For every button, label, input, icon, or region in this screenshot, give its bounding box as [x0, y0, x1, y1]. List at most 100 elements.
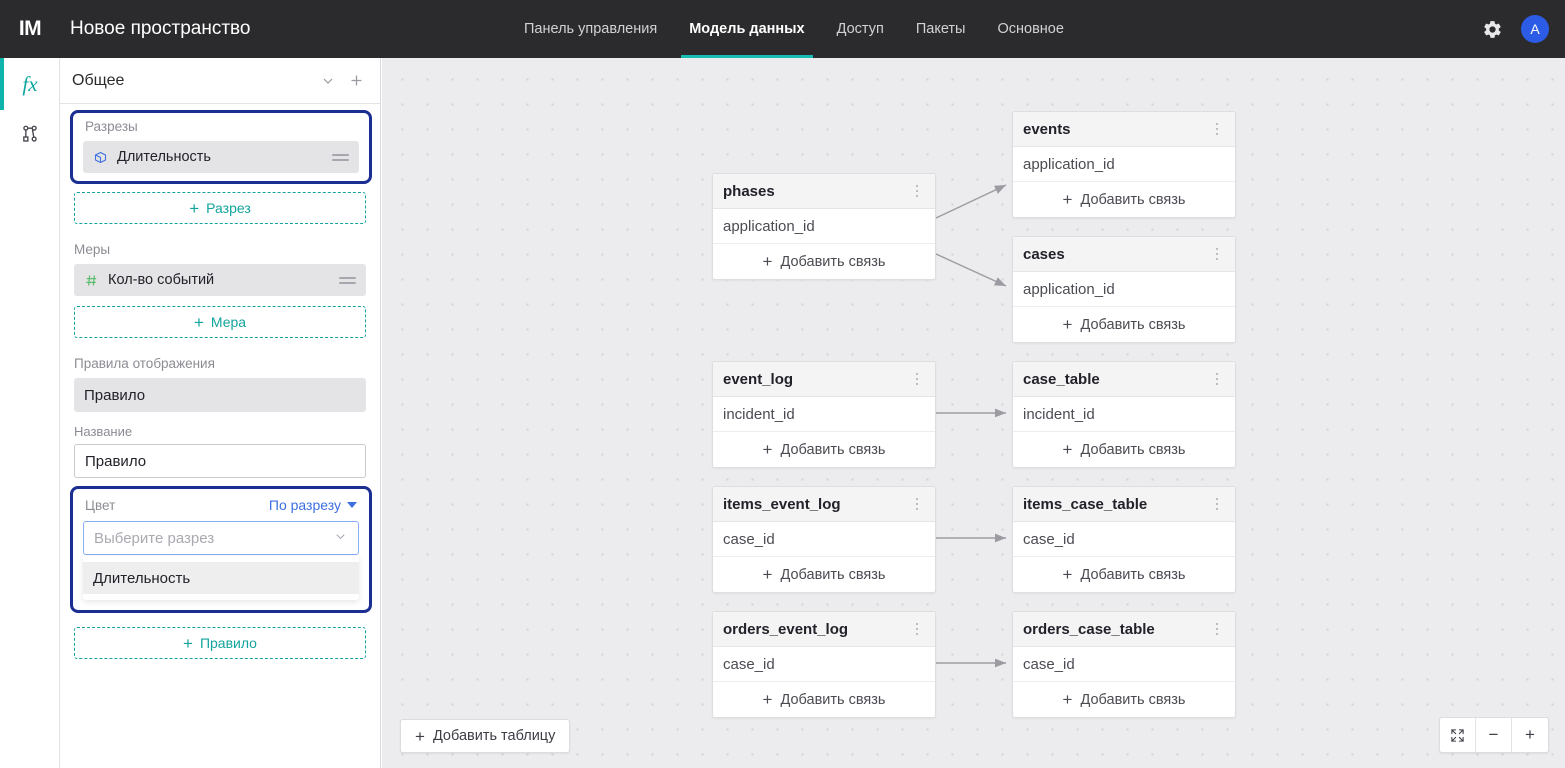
table-node-header[interactable]: orders_case_table: [1013, 612, 1235, 647]
table-node-field[interactable]: application_id: [1013, 272, 1235, 307]
drag-handle-icon[interactable]: [332, 153, 349, 161]
table-node-field[interactable]: application_id: [1013, 147, 1235, 182]
table-node-header[interactable]: cases: [1013, 237, 1235, 272]
zoom-out-icon[interactable]: −: [1476, 718, 1512, 752]
add-table-label: Добавить таблицу: [432, 728, 556, 744]
add-relation-button[interactable]: + Добавить связь: [1013, 307, 1235, 342]
zoom-controls: − +: [1439, 717, 1549, 753]
add-rule-button[interactable]: + Правило: [74, 627, 366, 659]
table-node-orders-event-log[interactable]: orders_event_log case_id + Добавить связ…: [712, 611, 936, 718]
table-node-field[interactable]: incident_id: [713, 397, 935, 432]
kebab-menu-icon[interactable]: [1209, 247, 1225, 261]
tab-packages[interactable]: Пакеты: [900, 0, 982, 58]
kebab-menu-icon[interactable]: [909, 497, 925, 511]
rail-item-formulas[interactable]: fx: [0, 58, 60, 110]
add-relation-button[interactable]: + Добавить связь: [713, 682, 935, 717]
top-navigation: Панель управления Модель данных Доступ П…: [508, 0, 1080, 58]
add-measure-button[interactable]: + Мера: [74, 306, 366, 338]
add-relation-button[interactable]: + Добавить связь: [1013, 557, 1235, 592]
kebab-menu-icon[interactable]: [1209, 497, 1225, 511]
add-relation-label: Добавить связь: [1080, 316, 1186, 333]
top-bar-actions: A: [1477, 0, 1565, 58]
dropdown-option-duration[interactable]: Длительность: [83, 562, 359, 594]
table-node-field[interactable]: case_id: [713, 647, 935, 682]
plus-icon: +: [189, 198, 200, 218]
add-dimension-button[interactable]: + Разрез: [74, 192, 366, 224]
rail-item-data-model[interactable]: [0, 110, 60, 162]
table-node-title: event_log: [723, 370, 794, 388]
add-relation-label: Добавить связь: [1080, 191, 1186, 208]
dimension-chip-duration[interactable]: Длительность: [83, 141, 359, 173]
dimension-select[interactable]: Выберите разрез: [83, 521, 359, 555]
add-relation-button[interactable]: + Добавить связь: [713, 557, 935, 592]
add-table-button[interactable]: + Добавить таблицу: [400, 719, 571, 753]
table-node-phases[interactable]: phases application_id + Добавить связь: [712, 173, 936, 280]
im-logo-icon[interactable]: IM: [0, 0, 60, 58]
table-node-field[interactable]: case_id: [1013, 647, 1235, 682]
data-model-canvas[interactable]: phases application_id + Добавить связь e…: [382, 58, 1565, 768]
zoom-in-icon[interactable]: +: [1512, 718, 1548, 752]
color-mode-dropdown[interactable]: По разрезу: [269, 497, 357, 513]
table-node-header[interactable]: items_case_table: [1013, 487, 1235, 522]
table-node-header[interactable]: items_event_log: [713, 487, 935, 522]
rule-row[interactable]: Правило: [74, 378, 366, 412]
table-node-header[interactable]: case_table: [1013, 362, 1235, 397]
plus-icon: +: [193, 312, 204, 332]
plus-icon: +: [1062, 190, 1073, 209]
fx-icon: fx: [22, 71, 38, 96]
plus-icon: +: [762, 565, 773, 584]
tab-data-model[interactable]: Модель данных: [673, 0, 820, 58]
table-node-header[interactable]: event_log: [713, 362, 935, 397]
add-relation-button[interactable]: + Добавить связь: [1013, 432, 1235, 467]
add-relation-button[interactable]: + Добавить связь: [1013, 682, 1235, 717]
tab-dashboard[interactable]: Панель управления: [508, 0, 673, 58]
table-node-field[interactable]: application_id: [713, 209, 935, 244]
table-node-event-log[interactable]: event_log incident_id + Добавить связь: [712, 361, 936, 468]
table-node-header[interactable]: orders_event_log: [713, 612, 935, 647]
table-node-field[interactable]: case_id: [713, 522, 935, 557]
sidebar-header-title: Общее: [72, 71, 125, 89]
drag-handle-icon[interactable]: [339, 276, 356, 284]
add-relation-label: Добавить связь: [1080, 566, 1186, 583]
avatar[interactable]: A: [1521, 15, 1549, 43]
table-node-items-case-table[interactable]: items_case_table case_id + Добавить связ…: [1012, 486, 1236, 593]
fit-screen-icon[interactable]: [1440, 718, 1476, 752]
add-icon[interactable]: [342, 67, 370, 95]
kebab-menu-icon[interactable]: [909, 372, 925, 386]
kebab-menu-icon[interactable]: [909, 622, 925, 636]
plus-icon: +: [762, 690, 773, 709]
table-node-field[interactable]: incident_id: [1013, 397, 1235, 432]
add-relation-button[interactable]: + Добавить связь: [713, 244, 935, 279]
gear-icon[interactable]: [1477, 14, 1507, 44]
color-header: Цвет По разрезу: [83, 497, 359, 513]
table-node-title: cases: [1023, 245, 1065, 263]
rule-name-input[interactable]: [74, 444, 366, 478]
hash-icon: [84, 273, 104, 288]
tab-general[interactable]: Основное: [981, 0, 1079, 58]
color-mode-label: По разрезу: [268, 497, 341, 513]
tab-access[interactable]: Доступ: [821, 0, 900, 58]
edge-phases-events: [935, 184, 1007, 219]
add-relation-label: Добавить связь: [1080, 441, 1186, 458]
add-relation-button[interactable]: + Добавить связь: [1013, 182, 1235, 217]
table-node-orders-case-table[interactable]: orders_case_table case_id + Добавить свя…: [1012, 611, 1236, 718]
table-node-case-table[interactable]: case_table incident_id + Добавить связь: [1012, 361, 1236, 468]
plus-icon: +: [415, 726, 425, 746]
kebab-menu-icon[interactable]: [1209, 122, 1225, 136]
table-node-cases[interactable]: cases application_id + Добавить связь: [1012, 236, 1236, 343]
kebab-menu-icon[interactable]: [1209, 622, 1225, 636]
chevron-down-icon[interactable]: [314, 67, 342, 95]
table-node-events[interactable]: events application_id + Добавить связь: [1012, 111, 1236, 218]
table-node-items-event-log[interactable]: items_event_log case_id + Добавить связь: [712, 486, 936, 593]
plus-icon: +: [1062, 315, 1073, 334]
table-node-title: items_event_log: [723, 495, 841, 513]
kebab-menu-icon[interactable]: [909, 184, 925, 198]
table-node-header[interactable]: phases: [713, 174, 935, 209]
table-node-header[interactable]: events: [1013, 112, 1235, 147]
settings-sidebar: Общее Разрезы Длительность + Разрез Меры…: [60, 58, 381, 768]
measure-chip-event-count[interactable]: Кол-во событий: [74, 264, 366, 296]
add-relation-button[interactable]: + Добавить связь: [713, 432, 935, 467]
add-relation-label: Добавить связь: [780, 691, 886, 708]
table-node-field[interactable]: case_id: [1013, 522, 1235, 557]
kebab-menu-icon[interactable]: [1209, 372, 1225, 386]
